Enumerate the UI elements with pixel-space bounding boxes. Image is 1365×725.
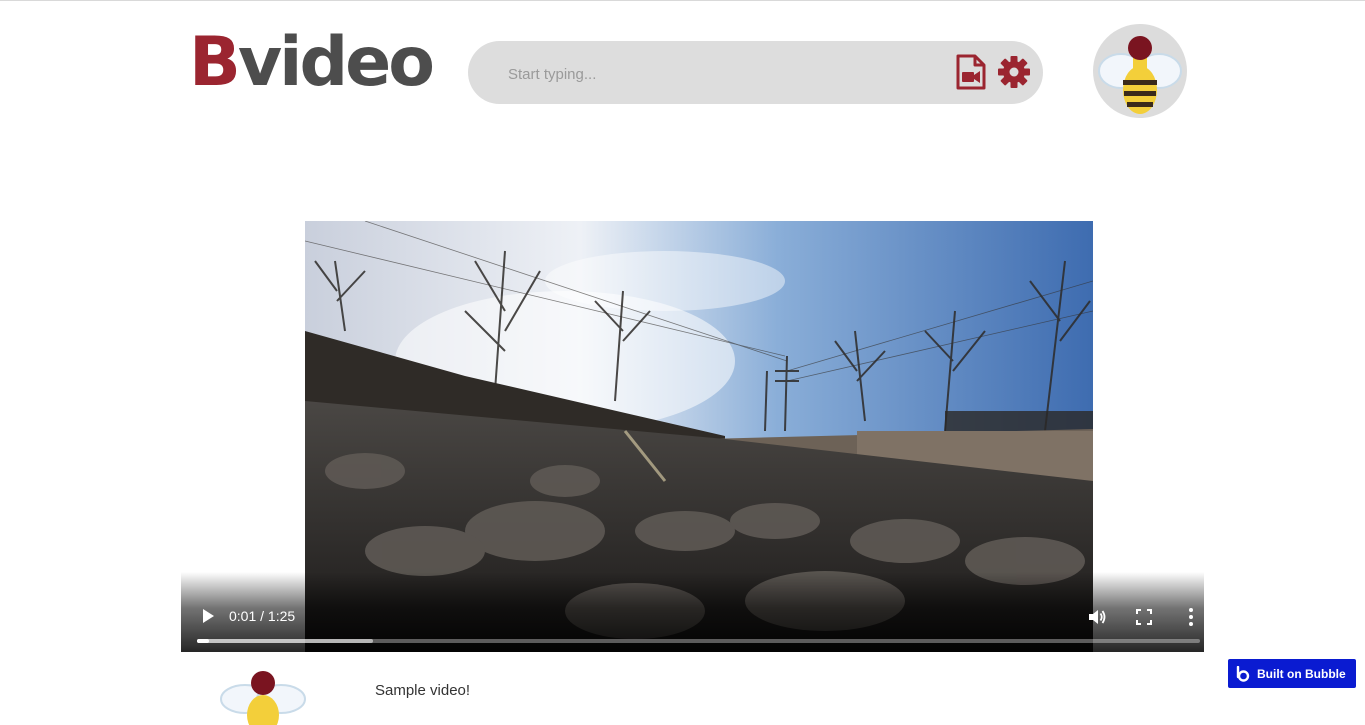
time-display: 0:01 / 1:25 [229,608,295,624]
user-avatar[interactable] [1093,24,1187,118]
bee-icon [1098,36,1182,114]
volume-icon[interactable] [1087,607,1107,627]
video-title: Sample video! [375,682,471,699]
time-separator: / [256,608,268,624]
uploader-avatar[interactable] [215,665,311,725]
search-bar [468,41,1043,104]
logo-text: video [237,23,435,102]
bee-icon [220,671,306,725]
progress-played [197,639,210,643]
video-player[interactable]: 0:01 / 1:25 [181,221,1204,652]
logo-initial: B [189,23,241,102]
more-options-icon[interactable] [1187,607,1195,627]
badge-label: Built on Bubble [1257,666,1346,681]
bubble-logo-icon [1236,665,1250,682]
built-on-bubble-badge[interactable]: Built on Bubble [1228,659,1356,688]
progress-bar[interactable] [197,639,1200,643]
top-divider [0,0,1365,1]
gear-icon[interactable] [997,55,1031,89]
search-input[interactable] [506,61,930,87]
play-icon[interactable] [201,608,215,624]
duration: 1:25 [267,608,296,624]
fullscreen-icon[interactable] [1136,609,1152,625]
progress-buffered [197,639,373,643]
current-time: 0:01 [229,608,257,624]
site-logo[interactable]: Bvideo [189,18,435,108]
video-file-icon[interactable] [954,54,988,90]
